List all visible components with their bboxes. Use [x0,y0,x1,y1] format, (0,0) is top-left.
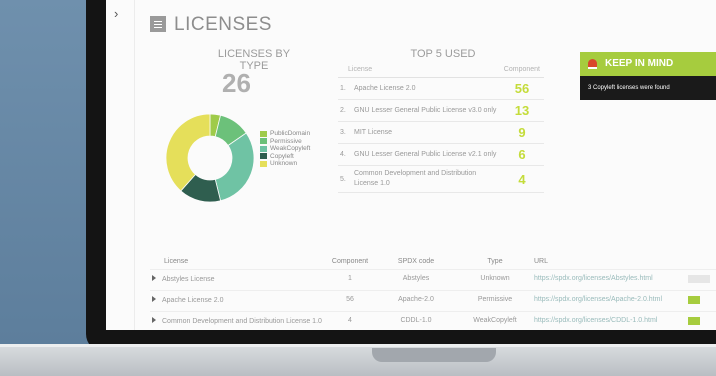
col-type[interactable]: Type [458,254,532,270]
legend-label: Copyleft [270,152,294,160]
background [0,0,100,345]
legend-item: WeakCopyleft [260,145,310,153]
table-row[interactable]: Common Development and Distribution Lice… [150,311,716,330]
licenses-table: License Component SPDX code Type URL Abs… [150,254,716,330]
top5-col-license: License [348,66,373,73]
top5-header: License Component [338,66,544,78]
component-count: 6 [518,147,526,162]
cell-component: 1 [326,269,374,291]
cell-component: 56 [326,290,374,312]
page-title: LICENSES [150,14,272,36]
row-action-button[interactable] [688,296,700,304]
component-count: 56 [514,81,530,96]
cell-type: Permissive [458,290,532,312]
component-count: 13 [514,103,530,118]
app-screen: › LICENSES LICENSES BY TYPE 26 PublicDom… [106,0,716,330]
legend-swatch [260,153,267,160]
license-name: GNU Lesser General Public License v3.0 o… [354,106,497,114]
keep-in-mind-title: KEEP IN MIND [605,58,674,69]
list-icon [150,16,166,32]
row-action-button[interactable] [688,275,710,283]
license-name: GNU Lesser General Public License v2.1 o… [354,150,497,158]
licenses-by-type-heading: LICENSES BY TYPE [217,48,291,72]
legend-item: Permissive [260,138,310,146]
col-url[interactable]: URL [532,254,686,270]
row-number: 4. [340,151,346,158]
legend-item: Unknown [260,160,310,168]
top5-row[interactable]: 4. GNU Lesser General Public License v2.1… [338,144,544,166]
table-row[interactable]: Apache License 2.0 56 Apache-2.0 Permiss… [150,290,716,312]
top5-row[interactable]: 3. MIT License 9 [338,122,544,144]
expand-arrow-icon[interactable] [152,317,156,323]
license-name: MIT License [354,128,392,136]
top5-col-component: Component [503,66,540,73]
legend-label: WeakCopyleft [270,145,311,152]
donut-legend: PublicDomain Permissive WeakCopyleft Cop… [260,130,310,168]
cell-url[interactable]: https://spdx.org/licenses/Abstyles.html [532,269,686,291]
cell-url[interactable]: https://spdx.org/licenses/Apache-2.0.htm… [532,290,686,312]
sidebar-chevron-icon[interactable]: › [114,6,118,21]
col-license[interactable]: License [150,254,326,270]
top5-row[interactable]: 1. Apache License 2.0 56 [338,78,544,100]
legend-label: Permissive [270,137,302,145]
table-header-row: License Component SPDX code Type URL [150,254,716,270]
page-title-text: LICENSES [174,14,272,35]
legend-swatch [260,160,267,167]
cell-spdx: CDDL-1.0 [374,311,458,330]
donut-slice-weakcopyleft[interactable] [214,132,255,202]
component-count: 4 [518,171,526,187]
keep-in-mind-message: 3 Copyleft licenses were found [580,76,716,100]
legend-swatch [260,138,267,145]
table-row[interactable]: Abstyles License 1 Abstyles Unknown http… [150,269,716,291]
laptop-notch [372,348,496,362]
laptop-base [0,344,716,376]
expand-arrow-icon[interactable] [152,296,156,302]
keep-in-mind-panel: KEEP IN MIND 3 Copyleft licenses were fo… [580,52,716,100]
cell-license: Apache License 2.0 [162,297,224,304]
licenses-donut-chart [165,113,255,203]
laptop-lip [0,344,716,347]
legend-item: PublicDomain [260,130,310,138]
keep-in-mind-header: KEEP IN MIND [580,52,716,76]
legend-label: PublicDomain [270,130,311,137]
collapsed-sidebar: › [106,0,135,330]
cell-license: Abstyles License [162,276,215,283]
licenses-total: 26 [222,68,251,98]
legend-swatch [260,145,267,152]
col-action [686,254,716,270]
top5-row[interactable]: 2. GNU Lesser General Public License v3.0… [338,100,544,122]
row-number: 1. [340,85,346,92]
col-spdx[interactable]: SPDX code [374,254,458,270]
row-action-button[interactable] [688,317,700,325]
row-number: 5. [340,175,346,183]
component-count: 9 [518,125,526,140]
legend-label: Unknown [270,160,298,167]
licenses-page: LICENSES LICENSES BY TYPE 26 PublicDomai… [142,0,716,330]
cell-url[interactable]: https://spdx.org/licenses/CDDL-1.0.html [532,311,686,330]
license-name: Common Development and Distribution Lice… [354,170,477,187]
expand-arrow-icon[interactable] [152,275,156,281]
top5-table: License Component 1. Apache License 2.0 56… [338,66,544,193]
top5-row[interactable]: 5. Common Development and Distribution Li… [338,166,544,193]
siren-icon [588,59,597,67]
license-name: Apache License 2.0 [354,84,416,92]
cell-type: Unknown [458,269,532,291]
col-component[interactable]: Component [326,254,374,270]
top5-heading: TOP 5 USED [410,48,476,60]
legend-item: Copyleft [260,153,310,161]
row-number: 3. [340,129,346,136]
cell-component: 4 [326,311,374,330]
cell-type: WeakCopyleft [458,311,532,330]
cell-spdx: Abstyles [374,269,458,291]
cell-spdx: Apache-2.0 [374,290,458,312]
legend-swatch [260,130,267,137]
row-number: 2. [340,107,346,114]
cell-license: Common Development and Distribution Lice… [162,318,322,325]
